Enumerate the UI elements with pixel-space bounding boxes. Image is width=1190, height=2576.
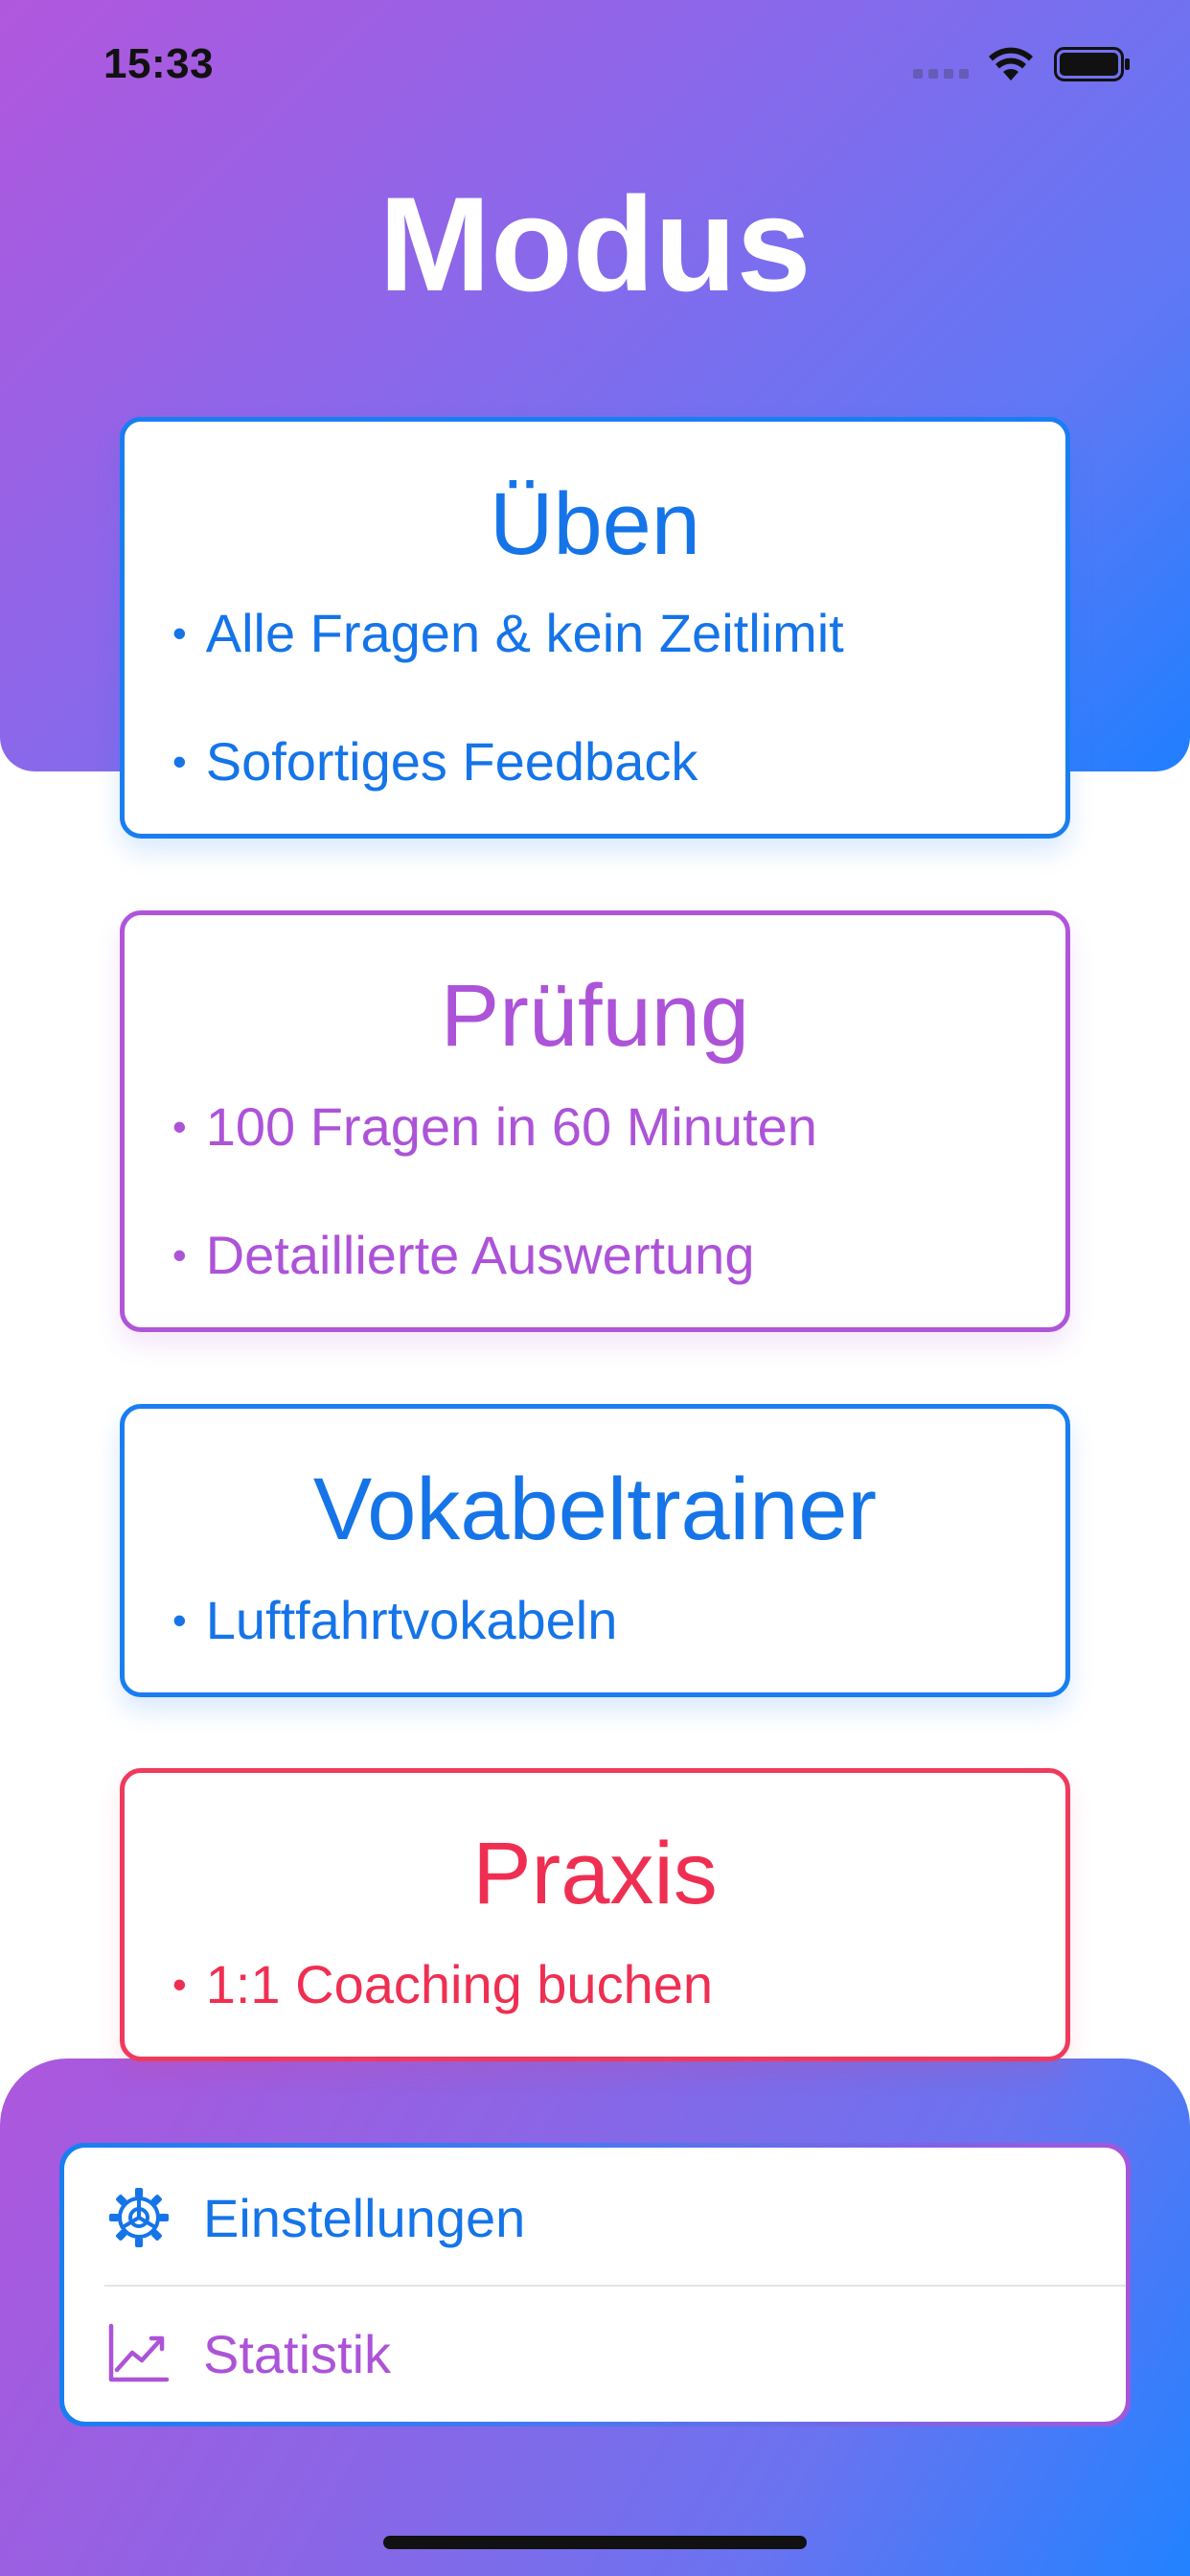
menu-item-label: Statistik bbox=[203, 2323, 392, 2384]
bullet-dot: • bbox=[172, 610, 187, 656]
bullet-dot: • bbox=[172, 1962, 187, 2008]
bullet-text: Luftfahrtvokabeln bbox=[205, 1590, 618, 1650]
bullet-dot: • bbox=[172, 1104, 187, 1150]
bullet-text: 1:1 Coaching buchen bbox=[205, 1954, 714, 2014]
home-indicator[interactable] bbox=[383, 2536, 807, 2549]
menu-panel: Einstellungen Statistik bbox=[64, 2148, 1126, 2422]
menu-item-label: Einstellungen bbox=[203, 2187, 526, 2248]
status-bar: 15:33 bbox=[0, 0, 1190, 125]
mode-card-vocabulary[interactable]: Vokabeltrainer • Luftfahrtvokabeln bbox=[120, 1404, 1070, 1697]
mode-card-practice-coaching[interactable]: Praxis • 1:1 Coaching buchen bbox=[120, 1768, 1070, 2061]
gear-icon bbox=[109, 2188, 169, 2247]
card-title: Üben bbox=[490, 475, 700, 573]
card-bullet: • 1:1 Coaching buchen bbox=[172, 1951, 713, 2022]
bullet-text: Detaillierte Auswertung bbox=[205, 1225, 755, 1285]
status-time: 15:33 bbox=[103, 40, 215, 87]
card-title: Prüfung bbox=[440, 967, 750, 1065]
mode-card-exam[interactable]: Prüfung • 100 Fragen in 60 Minuten • Detai… bbox=[120, 910, 1070, 1332]
page-title: Modus bbox=[378, 169, 812, 319]
bullet-dot: • bbox=[172, 739, 187, 785]
menu-item-statistics[interactable]: Statistik bbox=[64, 2287, 1126, 2421]
chart-icon bbox=[108, 2323, 170, 2382]
bullet-dot: • bbox=[172, 1232, 187, 1278]
cellular-signal-icon bbox=[913, 69, 969, 79]
mode-card-practice[interactable]: Üben • Alle Fragen & kein Zeitlimit • Sofo… bbox=[120, 417, 1070, 839]
card-title: Vokabeltrainer bbox=[312, 1460, 878, 1558]
bullet-text: 100 Fragen in 60 Minuten bbox=[205, 1096, 817, 1157]
battery-icon bbox=[1054, 47, 1130, 81]
bullet-dot: • bbox=[172, 1598, 187, 1644]
card-bullet: • Luftfahrtvokabeln bbox=[172, 1587, 617, 1658]
bullet-text: Alle Fragen & kein Zeitlimit bbox=[205, 603, 844, 663]
menu-item-settings[interactable]: Einstellungen bbox=[64, 2150, 1126, 2285]
card-bullet: • Detaillierte Auswertung bbox=[172, 1222, 754, 1293]
bullet-text: Sofortiges Feedback bbox=[205, 731, 698, 792]
card-bullet: • Sofortiges Feedback bbox=[172, 728, 698, 799]
card-title: Praxis bbox=[472, 1825, 718, 1922]
card-bullet: • Alle Fragen & kein Zeitlimit bbox=[172, 600, 844, 671]
wifi-icon bbox=[989, 47, 1033, 80]
card-bullet: • 100 Fragen in 60 Minuten bbox=[172, 1093, 817, 1164]
